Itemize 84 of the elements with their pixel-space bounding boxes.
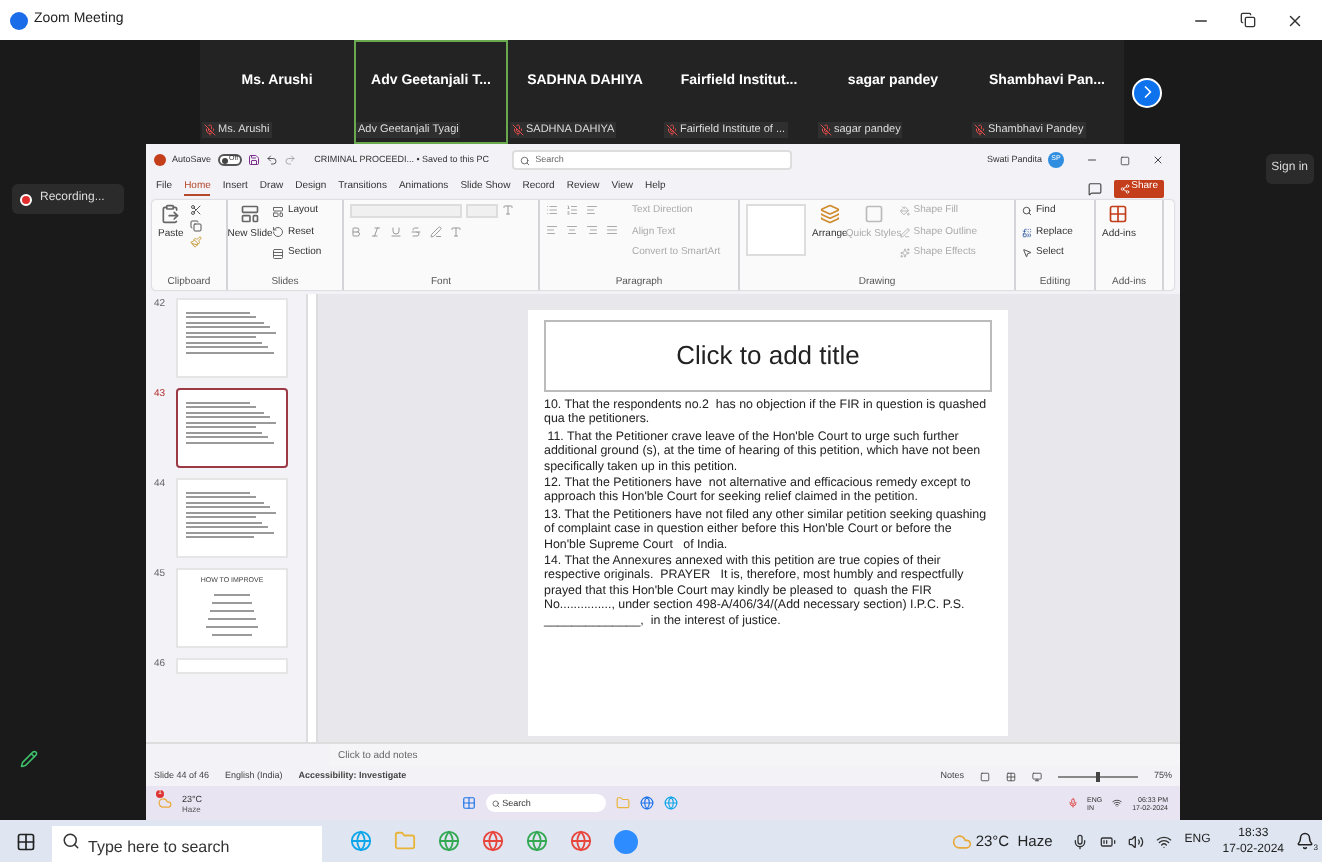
paint-bucket-icon xyxy=(899,206,910,217)
search-icon xyxy=(1022,206,1032,217)
normal-view-icon[interactable] xyxy=(979,771,990,781)
align-right-icon[interactable] xyxy=(586,224,598,236)
browser-icon[interactable] xyxy=(570,830,592,852)
bullets-icon[interactable] xyxy=(546,204,558,216)
wifi-icon[interactable] xyxy=(1112,798,1123,808)
close-icon[interactable] xyxy=(1152,154,1164,166)
slide-layout-icon xyxy=(240,204,260,224)
wifi-icon[interactable] xyxy=(1156,833,1173,849)
browser-icon[interactable] xyxy=(438,830,460,852)
slideshow-icon[interactable] xyxy=(1031,771,1042,781)
numbering-icon[interactable] xyxy=(566,204,578,216)
justify-icon[interactable] xyxy=(606,224,618,236)
video-app-icon[interactable] xyxy=(614,829,638,853)
share-icon xyxy=(1119,183,1130,193)
muted-mic-icon xyxy=(974,123,986,136)
layout-icon xyxy=(272,205,284,218)
undo-icon[interactable] xyxy=(266,154,279,166)
title-placeholder[interactable]: Click to add title xyxy=(544,320,992,392)
folder-icon[interactable] xyxy=(394,830,416,852)
redo-icon[interactable] xyxy=(284,154,297,166)
muted-mic-icon xyxy=(204,123,216,136)
toggle-knob xyxy=(221,157,228,163)
italic-icon[interactable] xyxy=(370,226,382,238)
maximize-icon[interactable] xyxy=(1120,155,1130,165)
format-painter-icon[interactable] xyxy=(189,236,202,248)
grid-icon xyxy=(1108,204,1129,224)
browser-icon[interactable] xyxy=(526,830,548,852)
muted-mic-icon xyxy=(512,123,524,136)
cut-icon[interactable] xyxy=(189,204,202,216)
notifications-icon[interactable] xyxy=(1296,832,1314,850)
replace-icon xyxy=(1022,227,1032,238)
record-icon xyxy=(20,193,32,205)
start-icon[interactable] xyxy=(462,796,477,810)
search-icon xyxy=(492,799,501,807)
weather-icon xyxy=(158,796,172,810)
muted-mic-icon xyxy=(666,123,678,136)
sparkles-icon xyxy=(899,248,910,259)
next-page-button[interactable] xyxy=(1132,77,1162,107)
mic-icon[interactable] xyxy=(1072,833,1089,849)
muted-mic-icon xyxy=(820,123,832,136)
strikethrough-icon[interactable] xyxy=(410,226,422,238)
zoom-slider-thumb[interactable] xyxy=(1095,771,1100,781)
browser-icon[interactable] xyxy=(350,830,372,852)
font-color-icon[interactable] xyxy=(450,226,462,238)
bold-icon[interactable] xyxy=(350,226,362,238)
style-icon xyxy=(863,204,884,224)
pen-icon xyxy=(899,227,910,238)
search-icon xyxy=(62,832,80,850)
start-icon[interactable] xyxy=(16,831,36,851)
folder-icon[interactable] xyxy=(616,796,631,810)
browser-icon[interactable] xyxy=(640,796,655,810)
clipboard-icon xyxy=(160,204,181,224)
app-logo-icon xyxy=(154,154,166,166)
reset-icon xyxy=(272,226,284,239)
minimize-icon[interactable] xyxy=(1086,154,1098,166)
layers-icon xyxy=(819,204,840,224)
indent-icon[interactable] xyxy=(586,204,598,216)
underline-icon[interactable] xyxy=(390,226,402,238)
restore-icon[interactable] xyxy=(1240,12,1256,28)
align-center-icon[interactable] xyxy=(566,224,578,236)
highlight-icon[interactable] xyxy=(430,226,442,238)
browser-icon[interactable] xyxy=(482,830,504,852)
close-icon[interactable] xyxy=(1286,11,1304,29)
weather-icon xyxy=(951,831,972,851)
search-icon xyxy=(519,155,530,165)
comments-icon[interactable] xyxy=(1087,181,1102,195)
copy-icon[interactable] xyxy=(189,220,202,232)
battery-icon xyxy=(1100,833,1117,849)
volume-icon[interactable] xyxy=(1128,833,1145,849)
section-icon xyxy=(272,247,284,260)
slide-thumbnail[interactable] xyxy=(176,388,288,468)
font-size-field[interactable] xyxy=(466,204,498,218)
align-left-icon[interactable] xyxy=(546,224,558,236)
sorter-view-icon[interactable] xyxy=(1005,771,1016,781)
font-size-icon[interactable] xyxy=(502,204,514,216)
font-name-field[interactable] xyxy=(350,204,462,218)
save-icon[interactable] xyxy=(248,154,261,166)
app-logo-icon xyxy=(10,11,28,29)
taskbar-search[interactable]: Type here to search xyxy=(52,826,322,862)
pointer-icon xyxy=(1022,248,1032,259)
pencil-icon[interactable] xyxy=(20,750,38,768)
browser-icon[interactable] xyxy=(664,796,679,810)
